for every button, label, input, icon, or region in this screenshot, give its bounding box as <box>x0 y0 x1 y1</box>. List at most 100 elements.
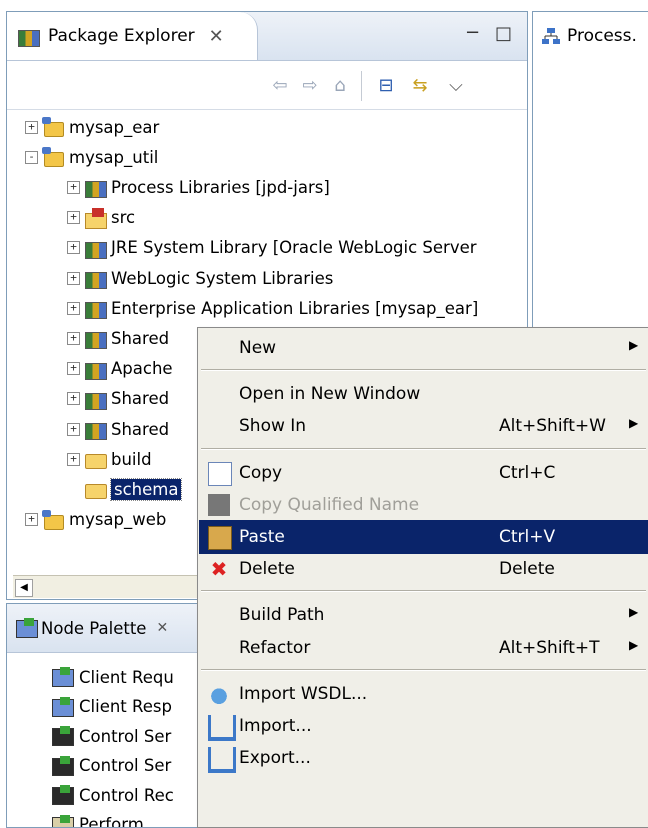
tree-item-label: mysap_web <box>69 510 166 529</box>
library-icon <box>84 389 106 409</box>
tree-item[interactable]: +WebLogic System Libraries <box>67 263 333 293</box>
scroll-left-icon[interactable]: ◀ <box>15 579 33 597</box>
palette-item[interactable]: Control Ser <box>51 751 171 781</box>
library-icon <box>84 419 106 439</box>
tree-item[interactable]: + mysap_web <box>25 505 166 535</box>
tab-node-palette[interactable]: Node Palette ✕ <box>15 618 168 638</box>
menu-item-copy[interactable]: CopyCtrl+C <box>199 456 648 490</box>
menu-item-import-wsdl[interactable]: Import WSDL... <box>199 677 648 711</box>
expand-icon[interactable]: + <box>67 302 80 315</box>
menu-separator <box>201 669 646 671</box>
expand-icon[interactable]: + <box>25 513 38 526</box>
palette-node-icon <box>51 756 73 776</box>
tab-title: Node Palette <box>41 619 146 638</box>
menu-item-label: Build Path <box>239 605 324 625</box>
menu-item-shortcut: Ctrl+V <box>499 527 555 547</box>
expand-icon[interactable]: + <box>67 272 80 285</box>
link-with-editor-icon[interactable]: ⇆ <box>409 75 431 95</box>
toolbar-separator <box>361 71 362 101</box>
expand-icon[interactable]: + <box>25 121 38 134</box>
menu-separator <box>201 369 646 371</box>
package-explorer-icon <box>17 26 35 46</box>
expand-icon[interactable]: + <box>67 332 80 345</box>
copy-icon <box>208 462 232 486</box>
context-menu: New▶ Open in New WindowShow InAlt+Shift+W… <box>197 327 648 828</box>
menu-item-refactor[interactable]: RefactorAlt+Shift+T▶ <box>199 631 648 665</box>
tree-item[interactable]: +Shared <box>67 414 169 444</box>
expand-icon[interactable]: + <box>67 453 80 466</box>
tree-item[interactable]: +Process Libraries [jpd-jars] <box>67 172 330 202</box>
menu-item-new[interactable]: New▶ <box>199 331 648 365</box>
library-icon <box>84 177 106 197</box>
menu-item-label: Export... <box>239 748 311 768</box>
tree-item[interactable]: +Apache <box>67 354 173 384</box>
tree-item[interactable]: + mysap_ear <box>25 112 159 142</box>
tree-item[interactable]: schema <box>67 474 181 504</box>
up-icon[interactable]: ⌂ <box>329 75 351 95</box>
import-icon <box>208 715 236 741</box>
folder-icon <box>84 479 106 499</box>
tree-item-label: Shared <box>111 389 169 408</box>
expand-icon[interactable]: + <box>67 362 80 375</box>
node-palette-icon <box>15 618 35 638</box>
menu-separator <box>201 590 646 592</box>
submenu-arrow-icon: ▶ <box>629 605 638 619</box>
process-icon <box>541 27 561 45</box>
expand-icon[interactable]: + <box>67 392 80 405</box>
library-icon <box>84 238 106 258</box>
library-icon <box>84 298 106 318</box>
menu-item-delete[interactable]: ✖DeleteDelete <box>199 552 648 586</box>
palette-item[interactable]: Client Resp <box>51 692 172 722</box>
close-icon[interactable]: ✕ <box>156 620 168 636</box>
export-icon <box>208 747 236 773</box>
menu-item-build-path[interactable]: Build Path ▶ <box>199 598 648 632</box>
expand-icon[interactable]: + <box>67 211 80 224</box>
menu-item-shortcut: Ctrl+C <box>499 463 555 483</box>
menu-separator <box>201 448 646 450</box>
forward-icon[interactable]: ⇨ <box>299 75 321 95</box>
tree-item[interactable]: + Shared <box>67 323 169 353</box>
tree-item[interactable]: +build <box>67 444 152 474</box>
tree-item[interactable]: +JRE System Library [Oracle WebLogic Ser… <box>67 233 477 263</box>
view-menu-icon[interactable]: ⌵ <box>445 75 467 95</box>
palette-item-label: Control Ser <box>79 756 171 775</box>
tree-item[interactable]: +src <box>67 203 135 233</box>
menu-item-label: Show In <box>239 416 306 436</box>
project-icon <box>42 117 64 137</box>
menu-item-paste[interactable]: Paste Ctrl+V <box>199 520 648 554</box>
close-icon[interactable]: ✕ <box>209 26 224 47</box>
palette-item[interactable]: Control Rec <box>51 780 174 810</box>
back-icon[interactable]: ⇦ <box>269 75 291 95</box>
palette-item[interactable]: Control Ser <box>51 721 171 751</box>
horizontal-scrollbar[interactable]: ◀ <box>13 575 210 598</box>
tree-item-label: mysap_ear <box>69 118 159 137</box>
tree-item-label: Shared <box>111 329 169 348</box>
minimize-icon[interactable]: − <box>465 22 480 43</box>
palette-item[interactable]: Client Requ <box>51 662 174 692</box>
tab-process[interactable]: Process. <box>533 12 648 60</box>
palette-item[interactable]: Perform <box>51 810 144 828</box>
tree-item[interactable]: + Shared <box>67 384 169 414</box>
library-icon <box>84 328 106 348</box>
palette-node-icon <box>51 785 73 805</box>
tab-package-explorer[interactable]: Package Explorer ✕ <box>7 12 258 60</box>
menu-item-export[interactable]: Export... <box>199 741 648 775</box>
expand-icon[interactable]: + <box>67 181 80 194</box>
expand-icon[interactable]: + <box>67 241 80 254</box>
menu-item-show-in[interactable]: Show InAlt+Shift+W▶ <box>199 409 648 443</box>
palette-node-icon <box>51 726 73 746</box>
menu-item-label: Paste <box>239 527 285 547</box>
package-explorer-tabbar: Package Explorer ✕ − □ <box>7 12 527 61</box>
expand-icon[interactable]: + <box>67 423 80 436</box>
menu-item-label: Refactor <box>239 638 310 658</box>
submenu-arrow-icon: ▶ <box>629 338 638 352</box>
tab-title: Process. <box>567 26 637 46</box>
menu-item-open-in-new-window[interactable]: Open in New Window <box>199 377 648 411</box>
maximize-icon[interactable]: □ <box>495 23 512 44</box>
collapse-all-icon[interactable]: ⊟ <box>375 75 397 95</box>
wsdl-icon <box>208 683 230 705</box>
tree-item[interactable]: +Enterprise Application Libraries [mysap… <box>67 293 478 323</box>
menu-item-import[interactable]: Import... <box>199 709 648 743</box>
collapse-icon[interactable]: - <box>25 151 38 164</box>
tree-item[interactable]: -mysap_util <box>25 142 158 172</box>
